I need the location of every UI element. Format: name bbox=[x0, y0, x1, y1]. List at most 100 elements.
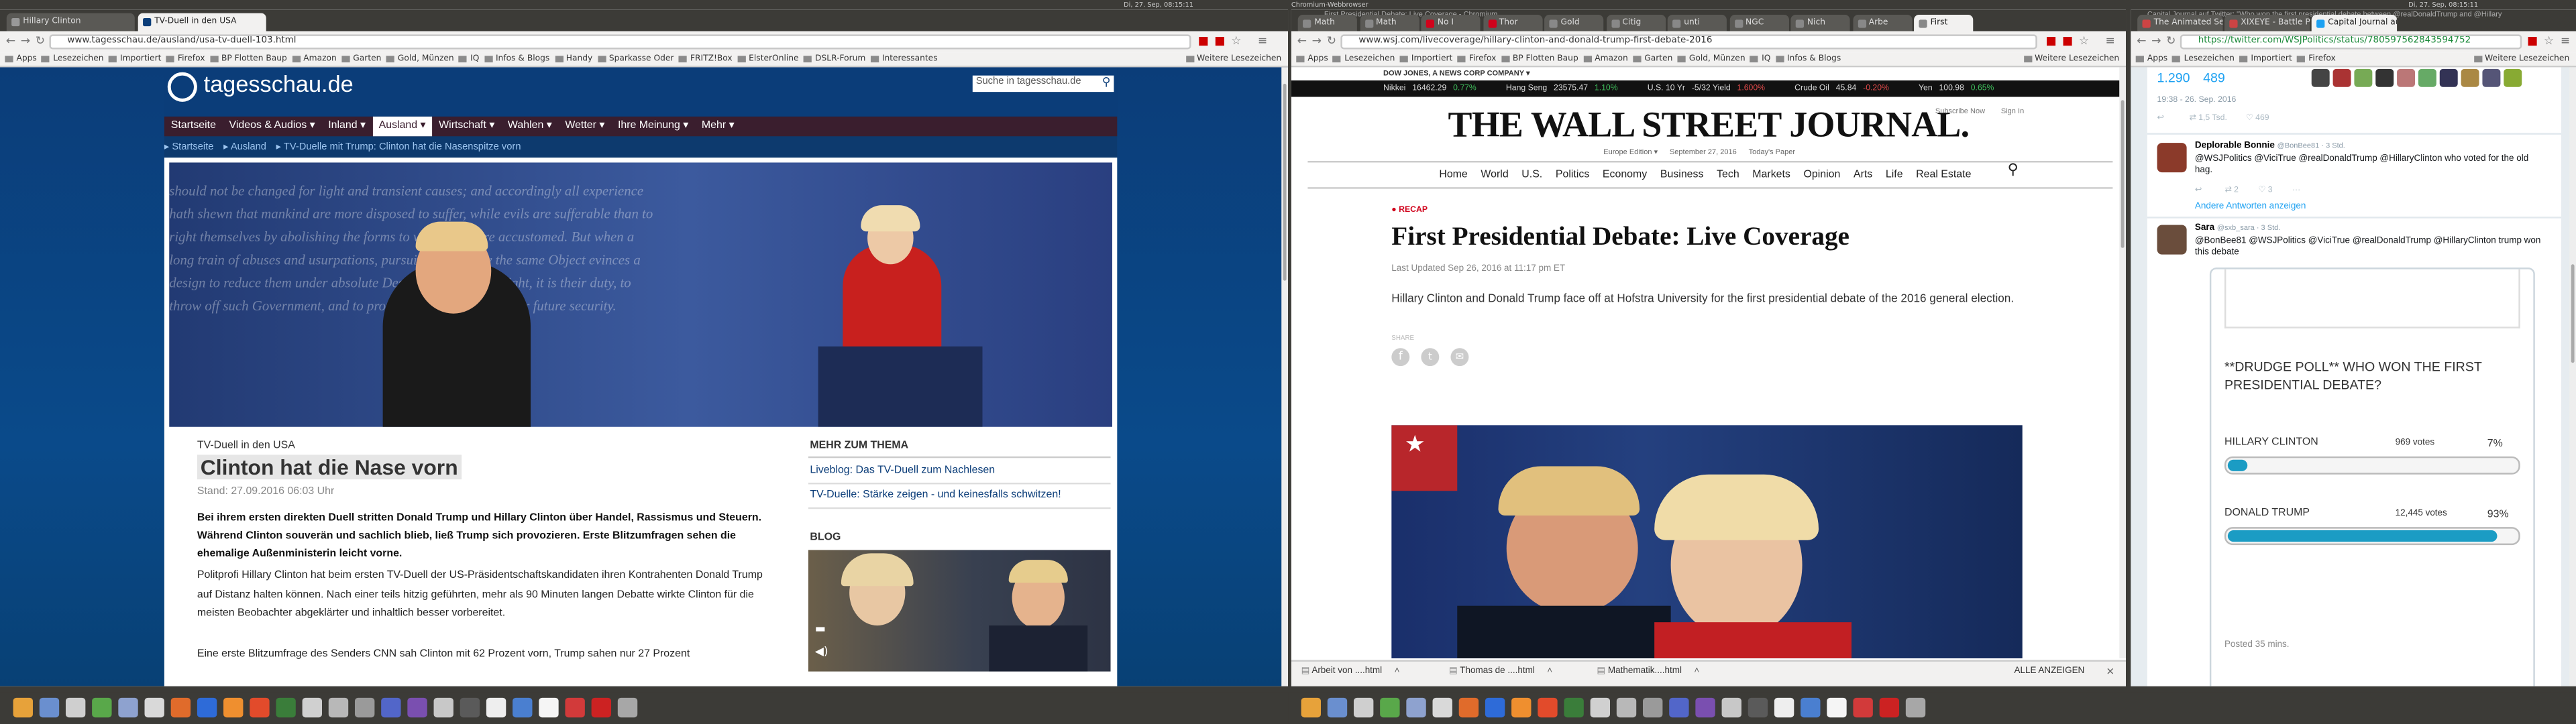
breadcrumb-item[interactable]: Ausland bbox=[231, 143, 266, 153]
dock-app-icon[interactable] bbox=[1327, 697, 1348, 718]
scrollbar[interactable] bbox=[1281, 67, 1289, 686]
scrollbar-3[interactable] bbox=[2569, 67, 2576, 686]
avatar[interactable] bbox=[2375, 68, 2394, 87]
menu-icon[interactable]: ≡ bbox=[2558, 34, 2573, 49]
dock-app-icon[interactable] bbox=[1774, 697, 1794, 718]
dock-app-icon[interactable] bbox=[1458, 697, 1479, 718]
browser-tab[interactable]: No I bbox=[1421, 15, 1481, 32]
dock-app-icon[interactable] bbox=[170, 697, 191, 718]
chevron-up-icon[interactable]: ˄ bbox=[1392, 666, 1400, 676]
bookmark-item[interactable]: Lesezeichen bbox=[2172, 52, 2235, 66]
menu-item[interactable]: Ihre Meinung ▾ bbox=[611, 117, 695, 136]
like-icon[interactable]: ♡ bbox=[2246, 113, 2253, 123]
audio-icon[interactable]: ◀) bbox=[815, 645, 828, 658]
bookmark-item[interactable]: Firefox bbox=[166, 52, 205, 66]
menu-icon[interactable]: ≡ bbox=[1255, 34, 1270, 49]
forward-icon[interactable]: → bbox=[2149, 34, 2163, 49]
browser-tab[interactable]: First bbox=[1914, 15, 1974, 32]
download-item[interactable]: ▤ Mathematik....html ˄ bbox=[1597, 666, 1738, 676]
dock-app-icon[interactable] bbox=[617, 697, 638, 718]
bookmark-item[interactable]: Importiert bbox=[1399, 52, 1452, 66]
reload-icon[interactable]: ↻ bbox=[2163, 34, 2178, 49]
section-nav-item[interactable]: Life bbox=[1886, 169, 1903, 180]
tab-tv-duell[interactable]: TV-Duell in den USA bbox=[138, 13, 266, 32]
browser-tab[interactable]: Math bbox=[1359, 15, 1419, 32]
avatar[interactable] bbox=[2418, 68, 2436, 87]
bookmark-item[interactable]: Weitere Lesezeichen bbox=[1185, 52, 1281, 66]
bookmark-item[interactable]: Weitere Lesezeichen bbox=[2473, 52, 2569, 66]
bookmark-item[interactable]: Apps bbox=[5, 52, 37, 66]
bookmark-item[interactable]: Importiert bbox=[108, 52, 161, 66]
extension-icon[interactable]: ■ bbox=[1196, 34, 1211, 49]
scrollbar-2[interactable] bbox=[2119, 67, 2127, 659]
dock-app-icon[interactable] bbox=[1511, 697, 1532, 718]
section-nav-item[interactable]: Home bbox=[1439, 169, 1467, 180]
search-icon[interactable]: ⚲ bbox=[2008, 162, 2019, 178]
dock-app-icon[interactable] bbox=[118, 697, 138, 718]
dock-app-icon[interactable] bbox=[1879, 697, 1900, 718]
avatar[interactable] bbox=[2439, 68, 2458, 87]
bookmark-item[interactable]: Infos & Blogs bbox=[484, 52, 549, 66]
back-icon[interactable]: ← bbox=[1295, 34, 1309, 49]
more-link-1[interactable]: Liveblog: Das TV-Duell zum Nachlesen bbox=[810, 465, 995, 476]
extension2-icon[interactable]: ■ bbox=[1212, 34, 1227, 49]
forward-icon[interactable]: → bbox=[18, 34, 33, 49]
dock-app-icon[interactable] bbox=[1590, 697, 1611, 718]
bookmark-item[interactable]: Gold, Münzen bbox=[386, 52, 454, 66]
like-count[interactable]: 489 bbox=[2203, 70, 2225, 85]
ticker-item[interactable]: U.S. 10 Yr -5/32 Yield 1.600% bbox=[1648, 80, 1765, 97]
menu-item[interactable]: Videos & Audios ▾ bbox=[223, 117, 322, 136]
dock-app-icon[interactable] bbox=[1616, 697, 1637, 718]
bookmark-item[interactable]: DSLR-Forum bbox=[803, 52, 865, 66]
dock-app-icon[interactable] bbox=[460, 697, 480, 718]
avatar[interactable] bbox=[2397, 68, 2416, 87]
browser-tab[interactable]: Nich bbox=[1790, 15, 1850, 32]
dock-app-icon[interactable] bbox=[1695, 697, 1715, 718]
dock-app-icon[interactable] bbox=[354, 697, 375, 718]
bookmark-item[interactable]: Amazon bbox=[292, 52, 337, 66]
dock-app-icon[interactable] bbox=[250, 697, 270, 718]
avatar[interactable] bbox=[2157, 225, 2187, 255]
dock-app-icon[interactable] bbox=[302, 697, 323, 718]
menu-icon[interactable]: ≡ bbox=[2103, 34, 2118, 49]
reload-icon[interactable]: ↻ bbox=[33, 34, 48, 49]
dock-app-icon[interactable] bbox=[223, 697, 244, 718]
reply-icon[interactable]: ↩ bbox=[2157, 113, 2164, 123]
dock-app-icon[interactable] bbox=[92, 697, 112, 718]
bookmark-item[interactable]: Infos & Blogs bbox=[1775, 52, 1841, 66]
dock-app-icon[interactable] bbox=[1301, 697, 1321, 718]
dock-app-icon[interactable] bbox=[65, 697, 86, 718]
browser-tab[interactable]: Citig bbox=[1605, 15, 1666, 32]
dock-app-icon[interactable] bbox=[1853, 697, 1873, 718]
dock-app-icon[interactable] bbox=[1643, 697, 1663, 718]
bookmark-item[interactable]: IQ bbox=[459, 52, 479, 66]
browser-tab[interactable]: unti bbox=[1667, 15, 1727, 32]
dock-app-icon[interactable] bbox=[539, 697, 559, 718]
bookmark-item[interactable]: Handy bbox=[554, 52, 592, 66]
show-all-downloads-button[interactable]: ALLE ANZEIGEN bbox=[2014, 666, 2084, 676]
section-nav-item[interactable]: U.S. bbox=[1521, 169, 1542, 180]
avatar[interactable] bbox=[2332, 68, 2351, 87]
menu-item[interactable]: Wahlen ▾ bbox=[501, 117, 558, 136]
bookmark-item[interactable]: ElsterOnline bbox=[737, 52, 799, 66]
avatar[interactable] bbox=[2482, 68, 2501, 87]
bookmark-item[interactable]: BP Flotten Baup bbox=[209, 52, 287, 66]
search-icon[interactable]: ⚲ bbox=[1102, 76, 1111, 89]
retweet-icon[interactable]: ⇄ bbox=[2190, 113, 2196, 123]
browser-tab[interactable]: Arbe bbox=[1852, 15, 1912, 32]
bookmark-item[interactable]: Amazon bbox=[1583, 52, 1628, 66]
browser-tab[interactable]: Gold bbox=[1544, 15, 1604, 32]
bookmark-item[interactable]: Lesezeichen bbox=[42, 52, 104, 66]
extension-icon[interactable]: ■ bbox=[2525, 34, 2540, 49]
dock-app-icon[interactable] bbox=[39, 697, 60, 718]
dock-app-icon[interactable] bbox=[1380, 697, 1400, 718]
dock-app-icon[interactable] bbox=[1353, 697, 1374, 718]
browser-tab[interactable]: Thor bbox=[1483, 15, 1542, 32]
dock-app-icon[interactable] bbox=[433, 697, 453, 718]
dock-app-icon[interactable] bbox=[276, 697, 296, 718]
dock-app-icon[interactable] bbox=[407, 697, 427, 718]
gallery-icon[interactable]: ▬ bbox=[815, 622, 826, 636]
dock-app-icon[interactable] bbox=[381, 697, 401, 718]
bookmark-item[interactable]: Weitere Lesezeichen bbox=[2023, 52, 2119, 66]
bookmark-item[interactable]: Garten bbox=[1633, 52, 1672, 66]
